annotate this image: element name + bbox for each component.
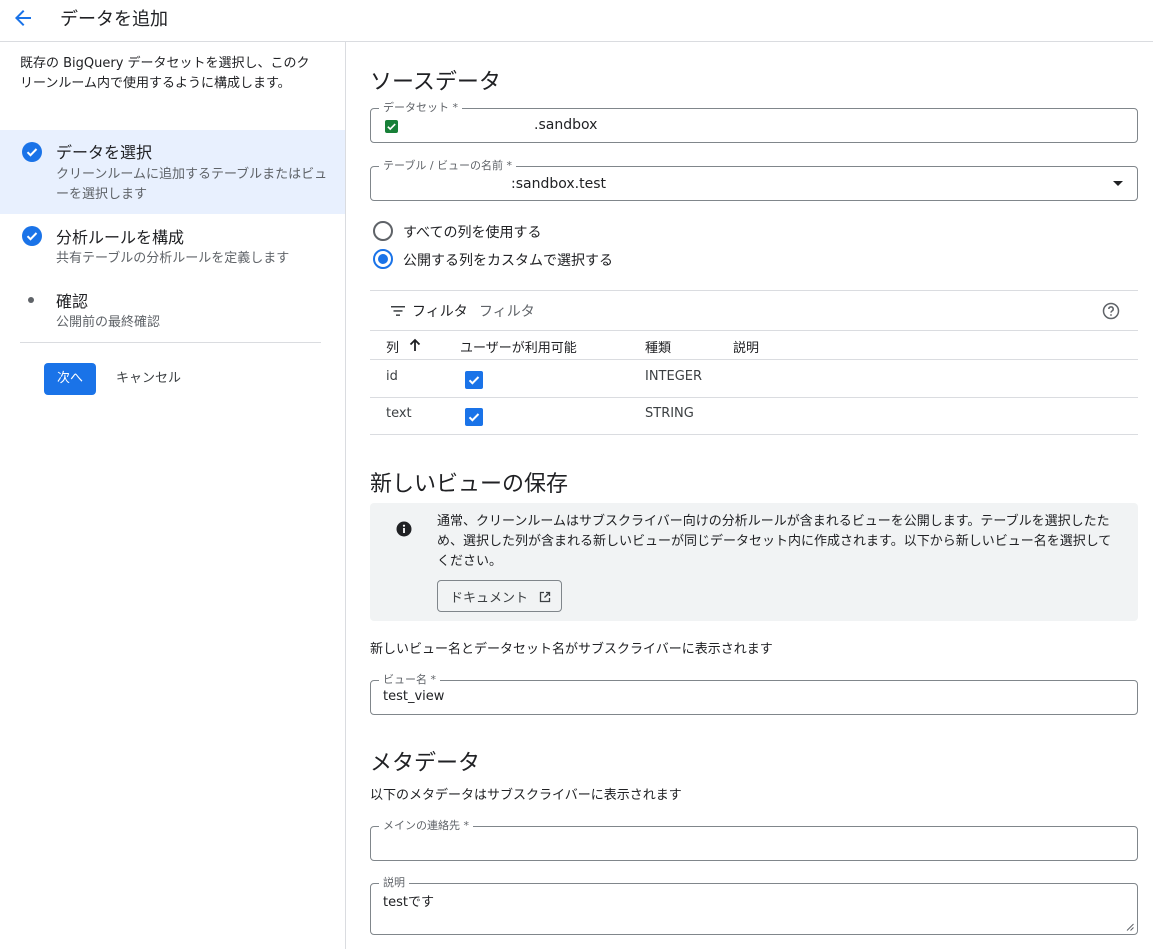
metadata-title: メタデータ [370,751,481,776]
sort-ascending-icon[interactable] [408,337,422,353]
radio-button[interactable] [373,249,393,269]
main-contact-field[interactable]: メインの連絡先 * [370,819,1138,861]
table-view-select[interactable]: テーブル / ビューの名前 * :sandbox.test [370,159,1138,201]
step-desc: 共有テーブルの分析ルールを定義します [56,251,290,266]
table-row: text STRING [370,398,1138,435]
step-select-data[interactable]: データを選択 クリーンルームに追加するテーブルまたはビューを選択します [0,130,345,214]
row-column-name: text [386,406,412,421]
dataset-value: .sandbox [534,117,598,133]
top-bar: データを追加 [0,0,1153,42]
dataset-check-icon [385,120,398,133]
radio-label: すべての列を使用する [403,225,542,241]
field-label: メインの連絡先 * [379,819,473,833]
row-type: STRING [645,406,694,421]
step-desc: クリーンルームに追加するテーブルまたはビューを選択します [56,167,328,202]
available-checkbox[interactable] [465,408,483,426]
field-label: 説明 [379,876,409,890]
info-callout: 通常、クリーンルームはサブスクライバー向けの分析ルールが含まれるビューを公開しま… [370,503,1138,621]
available-checkbox[interactable] [465,371,483,389]
back-arrow-icon[interactable] [11,6,37,30]
documentation-button-label: ドキュメント [450,591,529,606]
step-title: 分析ルールを構成 [56,228,185,247]
radio-label: 公開する列をカスタムで選択する [403,253,613,269]
documentation-button[interactable]: ドキュメント [437,580,562,612]
new-view-title: 新しいビューの保存 [370,472,569,497]
radio-button[interactable] [373,221,393,241]
description-value: testです [383,895,434,910]
field-label: テーブル / ビューの名前 * [379,159,517,173]
metadata-note: 以下のメタデータはサブスクライバーに表示されます [370,788,682,803]
field-label: データセット * [379,101,462,115]
dataset-field[interactable]: データセット * .sandbox [370,101,1138,143]
step-desc: 公開前の最終確認 [56,315,161,330]
external-link-icon [539,591,551,603]
resize-grip-icon[interactable] [1126,923,1134,931]
row-column-name: id [386,369,398,384]
view-name-value: test_view [383,689,445,704]
columns-table-header: 列 ユーザーが利用可能 種類 説明 [370,331,1138,360]
description-textarea[interactable]: 説明 testです [370,876,1138,935]
filter-input[interactable]: フィルタ [479,301,535,321]
info-text: 通常、クリーンルームはサブスクライバー向けの分析ルールが含まれるビューを公開しま… [437,514,1112,569]
page-title: データを追加 [60,9,168,30]
column-header-available: ユーザーが利用可能 [460,341,577,356]
source-data-title: ソースデータ [370,70,501,95]
step-configure-rules[interactable]: 分析ルールを構成 共有テーブルの分析ルールを定義します [0,222,345,274]
row-type: INTEGER [645,369,703,384]
field-label: ビュー名 * [379,673,440,687]
step-title: 確認 [56,292,89,311]
help-icon[interactable] [1102,302,1120,320]
check-circle-icon [22,226,42,246]
dropdown-arrow-icon [1113,181,1123,186]
info-icon [396,521,412,537]
column-header-desc: 説明 [733,341,760,356]
cancel-button[interactable]: キャンセル [116,363,181,395]
column-header-type: 種類 [645,341,672,356]
next-button[interactable]: 次へ [44,363,96,395]
filter-bar: フィルタ フィルタ [370,290,1138,331]
table-row: id INTEGER [370,361,1138,398]
step-title: データを選択 [56,143,153,162]
stepper-panel: 既存の BigQuery データセットを選択し、このクリーンルーム内で使用するよ… [0,42,346,949]
filter-label: フィルタ [412,304,468,320]
check-circle-icon [22,142,42,162]
pending-dot-icon [28,297,34,303]
step-review[interactable]: 確認 公開前の最終確認 [0,287,345,337]
view-name-field[interactable]: ビュー名 * test_view [370,673,1138,715]
filter-icon [391,306,405,316]
column-header-name[interactable]: 列 [386,337,399,356]
table-view-value: :sandbox.test [511,176,606,192]
view-name-note: 新しいビュー名とデータセット名がサブスクライバーに表示されます [370,642,773,657]
intro-text: 既存の BigQuery データセットを選択し、このクリーンルーム内で使用するよ… [20,56,310,91]
divider [20,342,321,343]
